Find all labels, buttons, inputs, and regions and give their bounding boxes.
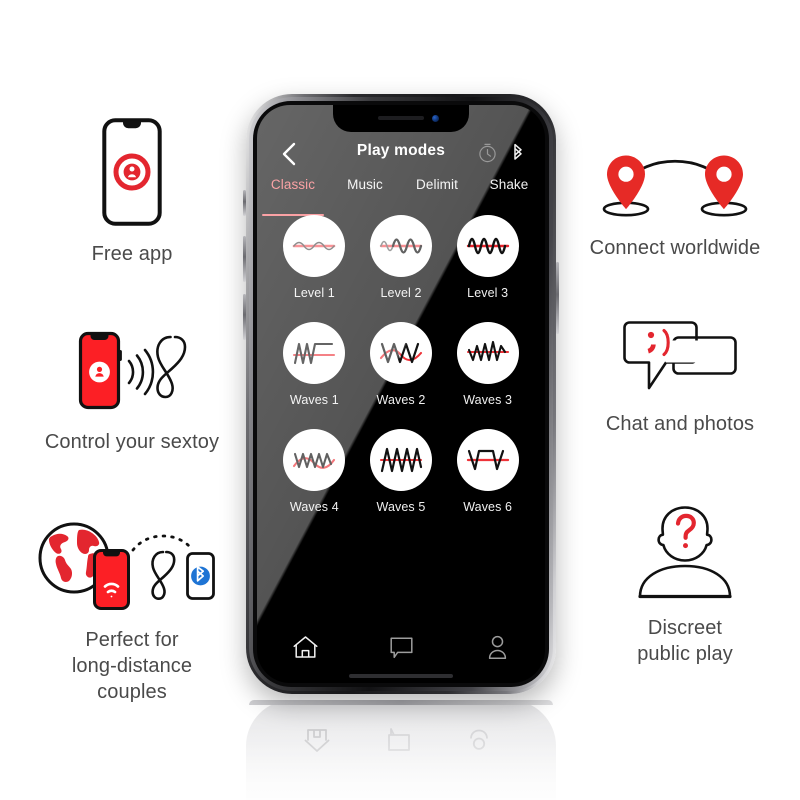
feature-caption: Chat and photos xyxy=(605,413,755,435)
mode-label: Level 3 xyxy=(467,286,509,300)
waveform-level1-icon xyxy=(283,215,346,277)
waveform-waves2-icon xyxy=(369,322,432,384)
tabbar-profile[interactable] xyxy=(449,625,545,669)
power-button[interactable] xyxy=(556,262,559,334)
promo-graphic: Free app Control your sextoy Perfect for… xyxy=(0,0,800,800)
tab-classic[interactable]: Classic xyxy=(257,177,329,216)
mode-level-2[interactable]: Level 2 xyxy=(358,215,445,300)
waveform-waves1-icon xyxy=(283,322,346,384)
profile-icon xyxy=(488,635,506,659)
mode-label: Waves 5 xyxy=(376,500,426,514)
speech-bubbles-wink-icon xyxy=(590,318,770,401)
mode-category-tabs: Classic Music Delimit Shake xyxy=(257,177,545,216)
app-bar: Play modes xyxy=(257,139,545,173)
mode-waves-6[interactable]: Waves 6 xyxy=(444,429,531,514)
mode-level-1[interactable]: Level 1 xyxy=(271,215,358,300)
feature-caption: Connect worldwide xyxy=(589,237,761,259)
bottom-tab-bar xyxy=(257,625,545,669)
tabbar-home[interactable] xyxy=(257,625,353,669)
mode-level-3[interactable]: Level 3 xyxy=(444,215,531,300)
feature-chat-photos: Chat and photos xyxy=(590,318,770,437)
mode-label: Waves 6 xyxy=(463,500,513,514)
phone-with-user-badge-icon xyxy=(52,118,212,231)
mode-waves-5[interactable]: Waves 5 xyxy=(358,429,445,514)
phone-screen: Play modes Classic Music Delimit Shake L… xyxy=(257,105,545,683)
tab-label: Shake xyxy=(489,177,529,192)
feature-free-app: Free app xyxy=(52,118,212,267)
front-camera-icon xyxy=(432,115,439,122)
feature-caption: Perfect for long-distance couples xyxy=(71,629,193,703)
timer-icon[interactable] xyxy=(478,143,497,163)
mode-waves-4[interactable]: Waves 4 xyxy=(271,429,358,514)
two-map-pins-arc-icon xyxy=(580,146,770,225)
feature-caption: Control your sextoy xyxy=(44,431,220,453)
waveform-level2-icon xyxy=(369,215,432,277)
chat-icon xyxy=(389,636,413,658)
volume-down-button[interactable] xyxy=(243,294,246,340)
tab-delimit[interactable]: Delimit xyxy=(401,177,473,207)
play-modes-grid: Level 1 Level 2 Level 3 Waves 1 Waves 2 … xyxy=(271,215,531,514)
phone-signal-toy-icon xyxy=(18,330,246,419)
play-modes-screen: Play modes Classic Music Delimit Shake L… xyxy=(257,105,545,683)
waveform-waves3-icon xyxy=(456,322,519,384)
waveform-waves4-icon xyxy=(283,429,346,491)
home-indicator xyxy=(349,674,453,678)
anonymous-person-question-icon xyxy=(600,500,770,605)
earpiece-speaker xyxy=(378,116,424,120)
volume-up-button[interactable] xyxy=(243,236,246,282)
feature-caption: Discreet public play xyxy=(637,617,733,665)
mode-label: Waves 2 xyxy=(376,393,426,407)
mode-waves-2[interactable]: Waves 2 xyxy=(358,322,445,407)
tabbar-chat[interactable] xyxy=(353,625,449,669)
bluetooth-icon[interactable] xyxy=(511,143,525,163)
globe-phone-toy-bluetooth-icon xyxy=(16,516,248,617)
mode-label: Level 2 xyxy=(380,286,422,300)
feature-caption: Free app xyxy=(91,243,173,265)
silent-switch[interactable] xyxy=(243,190,246,216)
tab-music[interactable]: Music xyxy=(329,177,401,207)
feature-control-sextoy: Control your sextoy xyxy=(18,330,246,455)
page-title: Play modes xyxy=(356,142,446,159)
tab-label: Delimit xyxy=(416,177,458,192)
feature-connect-worldwide: Connect worldwide xyxy=(580,146,770,261)
smartphone-mockup: Play modes Classic Music Delimit Shake L… xyxy=(243,94,559,694)
tab-shake[interactable]: Shake xyxy=(473,177,545,207)
waveform-level3-icon xyxy=(456,215,519,277)
tab-label: Classic xyxy=(270,177,316,192)
phone-reflection xyxy=(246,700,556,800)
mode-label: Waves 1 xyxy=(289,393,339,407)
waveform-waves5-icon xyxy=(369,429,432,491)
mode-label: Level 1 xyxy=(293,286,335,300)
mode-label: Waves 4 xyxy=(289,500,339,514)
tab-label: Music xyxy=(347,177,383,192)
feature-long-distance: Perfect for long-distance couples xyxy=(16,516,248,705)
notch xyxy=(333,105,469,132)
home-icon xyxy=(292,635,318,658)
mode-label: Waves 3 xyxy=(463,393,513,407)
waveform-waves6-icon xyxy=(456,429,519,491)
mode-waves-1[interactable]: Waves 1 xyxy=(271,322,358,407)
mode-waves-3[interactable]: Waves 3 xyxy=(444,322,531,407)
feature-discreet-play: Discreet public play xyxy=(600,500,770,667)
